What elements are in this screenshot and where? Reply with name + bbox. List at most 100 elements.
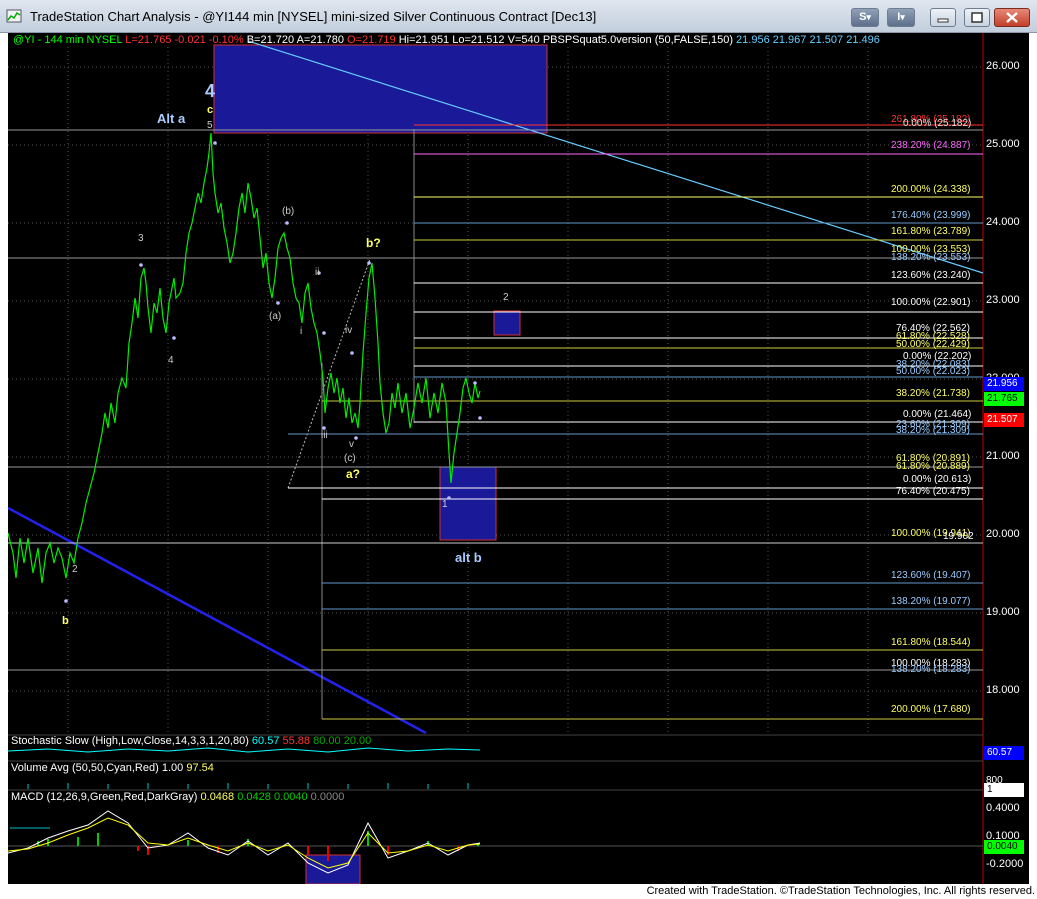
wave-label-c: c: [207, 104, 214, 116]
fib-label: 19.902: [943, 531, 974, 542]
wave-label-b-question: b?: [366, 236, 381, 250]
close-icon: [1006, 12, 1018, 23]
fib-label: 138.20% (23.553): [891, 252, 971, 263]
indicator-name[interactable]: PBSPSquat5.0version (50,FALSE,150): [543, 34, 733, 46]
fib-label: 123.60% (19.407): [891, 570, 971, 581]
indicator-value-4: 21.496: [846, 34, 880, 46]
net-change-pct: -0.10%: [208, 34, 244, 46]
status-line: @YI - 144 min NYSEL L=21.765 -0.021 -0.1…: [13, 34, 880, 46]
title-bar: TradeStation Chart Analysis - @YI144 min…: [0, 0, 1037, 33]
high-price: Hi=21.951: [398, 34, 450, 46]
wave-label-v: v: [349, 439, 354, 450]
price-tick: 23.000: [986, 294, 1020, 306]
chart-window[interactable]: @YI - 144 min NYSEL L=21.765 -0.021 -0.1…: [8, 33, 1029, 884]
fib-label: 200.00% (17.680): [891, 704, 971, 715]
price-tick: 18.000: [986, 684, 1020, 696]
price-flag-high: 21.956: [984, 377, 1024, 391]
symbol-label[interactable]: @YI - 144 min: [13, 34, 83, 46]
target-box-wave2: [493, 310, 521, 336]
minimize-icon: [937, 18, 949, 23]
wave-label-4-major: 4: [205, 81, 216, 101]
indicator-value-1: 21.956: [736, 34, 770, 46]
wave-label-i: i: [300, 326, 303, 337]
wave-label-target-2: 2: [503, 292, 509, 303]
macd-value-4: 0.0000: [310, 791, 345, 803]
interval-link-i-button[interactable]: I▾: [887, 8, 915, 27]
volume-axis-flag: 1: [984, 783, 1024, 797]
minimize-button[interactable]: [930, 8, 956, 27]
wave-label-4-minor: 4: [168, 355, 174, 366]
stochastic-label: Stochastic Slow (High,Low,Close,14,3,3,1…: [11, 735, 249, 747]
wave-label-ii: ii: [315, 267, 320, 278]
macd-target-box: [305, 854, 361, 884]
stochastic-value-d: 55.88: [282, 735, 311, 747]
price-tick: 24.000: [986, 216, 1020, 228]
volume-value-2: 97.54: [186, 762, 214, 774]
last-price: L=21.765: [125, 34, 172, 46]
fib-label: 61.80% (20.889): [896, 461, 970, 472]
wave-label-2: 2: [72, 564, 78, 575]
wave-label-paren-b: (b): [282, 206, 295, 217]
price-tick: 19.000: [986, 606, 1020, 618]
i-dropdown-icon: ▾: [900, 12, 905, 22]
macd-legend[interactable]: MACD (12,26,9,Green,Red,DarkGray) 0.0468…: [11, 791, 344, 803]
fib-label: 0.00% (25.182): [903, 118, 972, 129]
stochastic-oversold: 20.00: [343, 735, 372, 747]
macd-value-3: 0.0040: [273, 791, 308, 803]
macd-axis-tick: -0.2000: [986, 858, 1024, 870]
symbol-link-s-button[interactable]: S▾: [851, 8, 879, 27]
volume-legend[interactable]: Volume Avg (50,50,Cyan,Red) 1.00 97.54: [11, 762, 214, 774]
wave-label-5: 5: [207, 120, 213, 131]
price-tick: 20.000: [986, 528, 1020, 540]
volume-value-1: 1.00: [161, 762, 184, 774]
open-price: O=21.719: [347, 34, 396, 46]
target-box-alt-b: [439, 466, 497, 541]
macd-label: MACD (12,26,9,Green,Red,DarkGray): [11, 791, 198, 803]
fib-label: 76.40% (20.475): [896, 486, 970, 497]
price-tick: 26.000: [986, 60, 1020, 72]
stochastic-value-k: 60.57: [251, 735, 280, 747]
stochastic-overbought: 80.00: [313, 735, 341, 747]
macd-axis-tick: 0.4000: [986, 802, 1020, 814]
chart-canvas: [8, 33, 1029, 884]
volume-label: Volume Avg (50,50,Cyan,Red): [11, 762, 159, 774]
close-button[interactable]: [994, 8, 1030, 27]
indicator-value-3: 21.507: [809, 34, 844, 46]
footer: Created with TradeStation. ©TradeStation…: [0, 884, 1037, 899]
fib-label: 38.20% (21.738): [896, 388, 970, 399]
wave-label-alt-b: alt b: [455, 550, 482, 565]
wave-label-3: 3: [138, 233, 144, 244]
fib-label: 138.20% (18.283): [891, 664, 971, 675]
wave-label-b: b: [62, 615, 69, 627]
price-tick: 21.000: [986, 450, 1020, 462]
macd-axis-flag: 0.0040: [984, 840, 1024, 854]
indicator-value-2: 21.967: [772, 34, 807, 46]
window-title: TradeStation Chart Analysis - @YI144 min…: [30, 9, 597, 24]
fib-label: 161.80% (18.544): [891, 637, 971, 648]
fib-label: 38.20% (21.309): [896, 425, 970, 436]
macd-value-1: 0.0468: [200, 791, 235, 803]
wave-label-paren-a: (a): [269, 311, 282, 322]
restore-button[interactable]: [964, 8, 990, 27]
restore-icon: [971, 12, 983, 23]
wave-label-1: 1: [442, 499, 448, 510]
copyright-text: Created with TradeStation. ©TradeStation…: [646, 885, 1035, 897]
price-flag-low: 21.507: [984, 413, 1024, 427]
fib-label: 100.00% (22.901): [891, 297, 971, 308]
price-flag-last: 21.765: [984, 392, 1024, 406]
fib-label: 200.00% (24.338): [891, 184, 971, 195]
tradestation-app-icon: [6, 9, 22, 23]
wave-label-a-question: a?: [346, 467, 361, 481]
s-dropdown-icon: ▾: [866, 12, 871, 22]
wave-label-paren-c: (c): [344, 453, 356, 464]
low-price: Lo=21.512: [452, 34, 505, 46]
fib-label: 138.20% (19.077): [891, 596, 971, 607]
fib-label: 161.80% (23.789): [891, 226, 971, 237]
wave-label-iii: iii: [321, 430, 328, 441]
wave-label-iv: iv: [345, 325, 353, 336]
ask-price: A=21.780: [296, 34, 344, 46]
stochastic-legend[interactable]: Stochastic Slow (High,Low,Close,14,3,3,1…: [11, 735, 371, 747]
fib-label: 0.00% (20.613): [903, 474, 972, 485]
fib-label: 50.00% (22.023): [896, 366, 970, 377]
wave-label-alt-a: Alt a: [157, 111, 186, 126]
